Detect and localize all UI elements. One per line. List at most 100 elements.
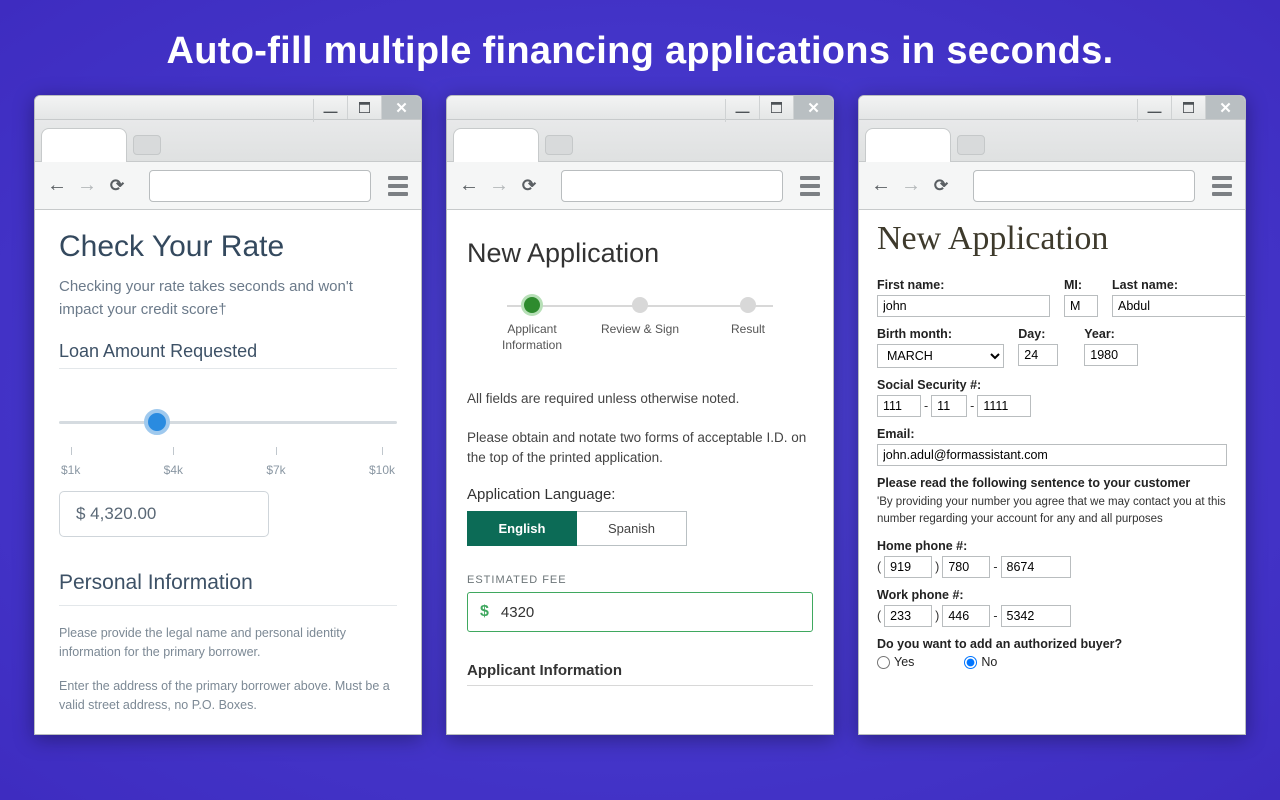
close-button[interactable]: ✕ <box>381 96 421 119</box>
help-text: Please provide the legal name and person… <box>59 624 397 663</box>
hero-headline: Auto-fill multiple financing application… <box>0 0 1280 95</box>
ssn-part3-input[interactable] <box>977 395 1031 417</box>
tab-strip <box>35 120 421 162</box>
browser-toolbar: ← → ⟳ <box>35 162 421 210</box>
new-tab-button[interactable] <box>957 135 985 155</box>
step-result: Result <box>703 297 793 353</box>
menu-icon[interactable] <box>797 176 823 196</box>
disclaimer-heading: Please read the following sentence to yo… <box>877 476 1190 490</box>
window-titlebar: — ✕ <box>447 96 833 120</box>
minimize-button[interactable]: — <box>1137 99 1171 122</box>
ssn-label: Social Security #: <box>877 378 1227 392</box>
window-new-application-b: — ✕ ← → ⟳ New Application First name: <box>858 95 1246 735</box>
address-bar[interactable] <box>561 170 783 202</box>
estimated-fee-label: ESTIMATED FEE <box>467 574 813 586</box>
language-spanish-button[interactable]: Spanish <box>577 511 687 546</box>
loan-amount-display: $ 4,320.00 <box>59 491 269 537</box>
menu-icon[interactable] <box>385 176 411 196</box>
authorized-yes-radio[interactable]: Yes <box>877 655 914 669</box>
window-titlebar: — ✕ <box>859 96 1245 120</box>
back-button[interactable]: ← <box>869 174 893 197</box>
browser-tab[interactable] <box>865 128 951 162</box>
ssn-part2-input[interactable] <box>931 395 967 417</box>
authorized-no-radio[interactable]: No <box>964 655 997 669</box>
day-label: Day: <box>1018 327 1070 341</box>
loan-amount-slider[interactable] <box>59 397 397 457</box>
menu-icon[interactable] <box>1209 176 1235 196</box>
browser-toolbar: ← → ⟳ <box>447 162 833 210</box>
language-label: Application Language: <box>467 486 813 503</box>
divider <box>59 368 397 369</box>
maximize-button[interactable] <box>347 96 381 119</box>
minimize-button[interactable]: — <box>725 99 759 122</box>
birth-month-select[interactable]: MARCH <box>877 344 1004 368</box>
fee-value: 4320 <box>501 604 534 621</box>
ssn-part1-input[interactable] <box>877 395 921 417</box>
slider-thumb[interactable] <box>144 409 170 435</box>
work-phone-prefix-input[interactable] <box>942 605 990 627</box>
authorized-buyer-label: Do you want to add an authorized buyer? <box>877 637 1122 651</box>
section-personal-info: Personal Information <box>59 571 397 595</box>
disclaimer-text: 'By providing your number you agree that… <box>877 494 1227 527</box>
language-toggle: English Spanish <box>467 511 813 546</box>
back-button[interactable]: ← <box>457 174 481 197</box>
browser-tab[interactable] <box>41 128 127 162</box>
reload-button[interactable]: ⟳ <box>929 176 953 196</box>
email-label: Email: <box>877 427 1227 441</box>
home-phone-line-input[interactable] <box>1001 556 1071 578</box>
address-bar[interactable] <box>973 170 1195 202</box>
last-name-input[interactable] <box>1112 295 1245 317</box>
maximize-button[interactable] <box>759 96 793 119</box>
minimize-button[interactable]: — <box>313 99 347 122</box>
year-label: Year: <box>1084 327 1154 341</box>
new-tab-button[interactable] <box>133 135 161 155</box>
home-phone-label: Home phone #: <box>877 539 1227 553</box>
maximize-button[interactable] <box>1171 96 1205 119</box>
work-phone-label: Work phone #: <box>877 588 1227 602</box>
page-subtitle: Checking your rate takes seconds and won… <box>59 276 397 321</box>
section-applicant-info: Applicant Information <box>467 662 813 686</box>
required-note: All fields are required unless otherwise… <box>467 389 813 409</box>
page-body: New Application Applicant Information Re… <box>447 210 833 734</box>
window-new-application-a: — ✕ ← → ⟳ New Application Applicant Info… <box>446 95 834 735</box>
close-button[interactable]: ✕ <box>1205 96 1245 119</box>
forward-button[interactable]: → <box>75 174 99 197</box>
forward-button[interactable]: → <box>899 174 923 197</box>
close-button[interactable]: ✕ <box>793 96 833 119</box>
step-applicant-info: Applicant Information <box>487 297 577 353</box>
day-input[interactable] <box>1018 344 1058 366</box>
step-dot-icon <box>740 297 756 313</box>
browser-toolbar: ← → ⟳ <box>859 162 1245 210</box>
work-phone-line-input[interactable] <box>1001 605 1071 627</box>
home-phone-prefix-input[interactable] <box>942 556 990 578</box>
reload-button[interactable]: ⟳ <box>517 176 541 196</box>
mi-label: MI: <box>1064 278 1098 292</box>
page-title: New Application <box>467 238 813 269</box>
page-body: Check Your Rate Checking your rate takes… <box>35 210 421 734</box>
window-titlebar: — ✕ <box>35 96 421 120</box>
currency-symbol: $ <box>480 603 489 621</box>
forward-button[interactable]: → <box>487 174 511 197</box>
first-name-label: First name: <box>877 278 1050 292</box>
slider-ticks: $1k $4k $7k $10k <box>59 463 397 477</box>
language-english-button[interactable]: English <box>467 511 577 546</box>
new-tab-button[interactable] <box>545 135 573 155</box>
id-note: Please obtain and notate two forms of ac… <box>467 428 813 469</box>
mi-input[interactable] <box>1064 295 1098 317</box>
address-bar[interactable] <box>149 170 371 202</box>
tab-strip <box>859 120 1245 162</box>
browser-tab[interactable] <box>453 128 539 162</box>
step-dot-icon <box>524 297 540 313</box>
email-input[interactable] <box>877 444 1227 466</box>
last-name-label: Last name: <box>1112 278 1245 292</box>
divider <box>59 605 397 606</box>
window-rate-checker: — ✕ ← → ⟳ Check Your Rate Checking your … <box>34 95 422 735</box>
year-input[interactable] <box>1084 344 1138 366</box>
first-name-input[interactable] <box>877 295 1050 317</box>
help-text: Enter the address of the primary borrowe… <box>59 677 397 716</box>
home-phone-area-input[interactable] <box>884 556 932 578</box>
reload-button[interactable]: ⟳ <box>105 176 129 196</box>
back-button[interactable]: ← <box>45 174 69 197</box>
estimated-fee-input[interactable]: $ 4320 <box>467 592 813 632</box>
work-phone-area-input[interactable] <box>884 605 932 627</box>
